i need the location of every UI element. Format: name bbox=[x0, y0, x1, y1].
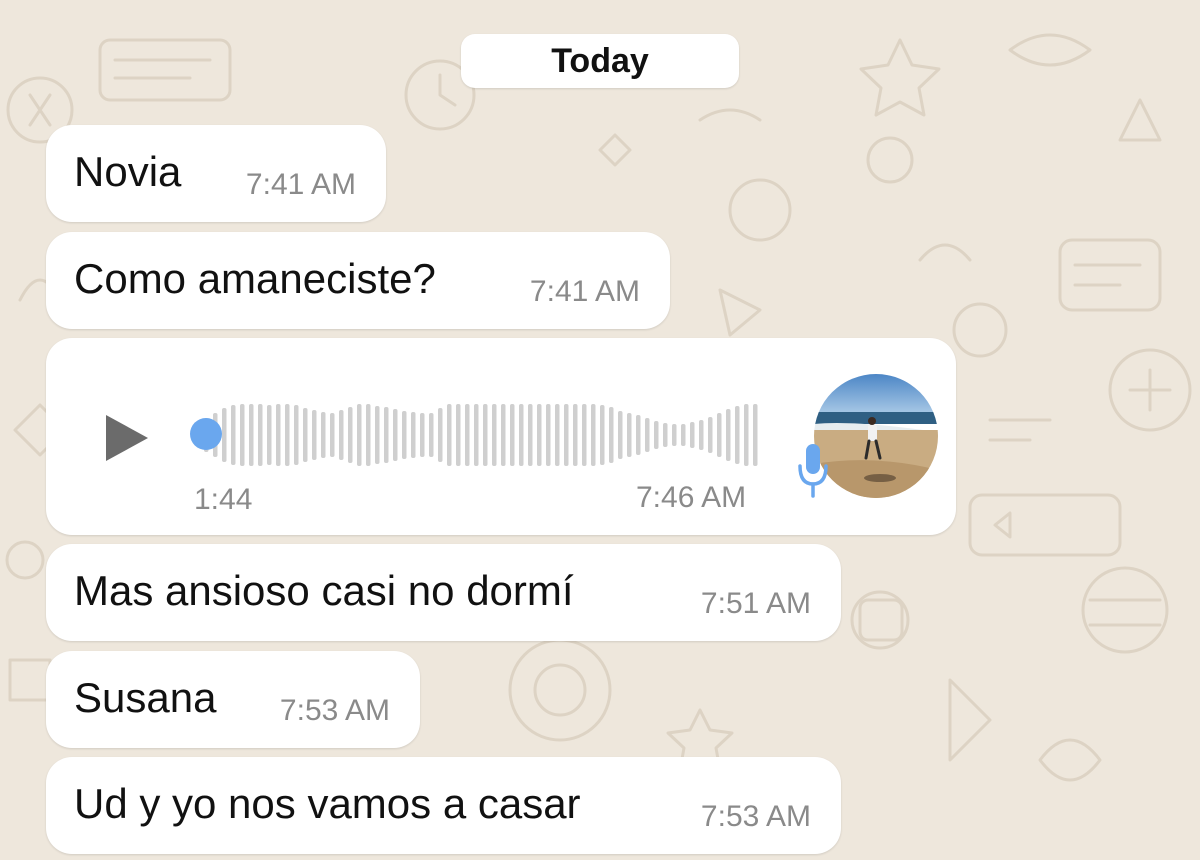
waveform-bar bbox=[573, 404, 578, 466]
waveform-bar bbox=[510, 404, 515, 466]
waveform-bar bbox=[411, 412, 416, 458]
message-bubble-4[interactable]: Susana 7:53 AM bbox=[46, 651, 420, 748]
voice-duration: 1:44 bbox=[194, 483, 253, 516]
waveform-bar bbox=[393, 409, 398, 461]
waveform-bar bbox=[474, 404, 479, 466]
waveform-bar bbox=[384, 407, 389, 463]
waveform-bar bbox=[726, 409, 731, 461]
waveform-bar bbox=[222, 408, 227, 462]
waveform-bar bbox=[591, 404, 596, 466]
voice-message-bubble[interactable]: 1:44 7:46 AM bbox=[46, 338, 956, 535]
microphone-icon bbox=[798, 444, 828, 498]
waveform-bar bbox=[303, 408, 308, 462]
waveform-bar bbox=[582, 404, 587, 466]
waveform-bar bbox=[276, 404, 281, 466]
waveform-bar bbox=[564, 404, 569, 466]
waveform-bar bbox=[249, 404, 254, 466]
message-text: Mas ansioso casi no dormí bbox=[74, 567, 574, 614]
waveform-bar bbox=[258, 404, 263, 466]
waveform-bar bbox=[744, 404, 749, 466]
waveform-bar bbox=[663, 423, 668, 447]
sender-avatar[interactable] bbox=[814, 374, 938, 498]
waveform-bar bbox=[312, 410, 317, 460]
waveform-bar bbox=[348, 407, 353, 463]
waveform-bar bbox=[672, 424, 677, 446]
message-bubble-3[interactable]: Mas ansioso casi no dormí 7:51 AM bbox=[46, 544, 841, 641]
waveform-bar bbox=[519, 404, 524, 466]
waveform-bar bbox=[618, 411, 623, 459]
message-bubble-2[interactable]: Como amaneciste? 7:41 AM bbox=[46, 232, 670, 329]
waveform-bar bbox=[456, 404, 461, 466]
waveform-bar bbox=[690, 422, 695, 448]
waveform-bar bbox=[366, 404, 371, 466]
message-time: 7:53 AM bbox=[279, 694, 390, 727]
waveform-bar bbox=[429, 413, 434, 457]
message-time: 7:41 AM bbox=[245, 168, 356, 201]
waveform-bar bbox=[501, 404, 506, 466]
message-bubble-1[interactable]: Novia 7:41 AM bbox=[46, 125, 386, 222]
message-text: Novia bbox=[74, 148, 182, 195]
waveform-bar bbox=[609, 407, 614, 463]
waveform-bar bbox=[753, 404, 758, 466]
beach-photo bbox=[814, 374, 938, 498]
waveform-bar bbox=[600, 405, 605, 465]
date-separator: Today bbox=[461, 34, 739, 88]
waveform-bar bbox=[339, 410, 344, 460]
message-time: 7:41 AM bbox=[529, 275, 640, 308]
waveform-bar bbox=[267, 405, 272, 465]
message-text: Ud y yo nos vamos a casar bbox=[74, 780, 581, 827]
waveform-bar bbox=[546, 404, 551, 466]
voice-waveform[interactable] bbox=[202, 398, 762, 472]
waveform-bar bbox=[330, 413, 335, 457]
waveform-bar bbox=[708, 417, 713, 453]
waveform-bar bbox=[492, 404, 497, 466]
waveform-bar bbox=[681, 424, 686, 446]
waveform-bar bbox=[483, 404, 488, 466]
waveform-bar bbox=[627, 413, 632, 457]
waveform-bar bbox=[537, 404, 542, 466]
waveform-bar bbox=[654, 421, 659, 449]
message-bubble-5[interactable]: Ud y yo nos vamos a casar 7:53 AM bbox=[46, 757, 841, 854]
play-icon[interactable] bbox=[104, 413, 150, 463]
waveform-bar bbox=[402, 411, 407, 459]
waveform-bar bbox=[285, 404, 290, 466]
message-time: 7:53 AM bbox=[700, 800, 811, 833]
waveform-bar bbox=[375, 406, 380, 464]
waveform-bar bbox=[735, 406, 740, 464]
waveform-bar bbox=[465, 404, 470, 466]
waveform-bar bbox=[294, 405, 299, 465]
message-text: Como amaneciste? bbox=[74, 255, 436, 302]
playback-scrubber[interactable] bbox=[190, 418, 222, 450]
waveform-bar bbox=[438, 408, 443, 462]
message-time: 7:51 AM bbox=[700, 587, 811, 620]
waveform-bar bbox=[645, 418, 650, 452]
waveform-bar bbox=[240, 404, 245, 466]
waveform-bar bbox=[357, 404, 362, 466]
waveform-bar bbox=[699, 420, 704, 450]
message-text: Susana bbox=[74, 674, 217, 721]
waveform-bar bbox=[717, 413, 722, 457]
waveform-bar bbox=[636, 415, 641, 455]
waveform-bar bbox=[231, 405, 236, 465]
message-time: 7:46 AM bbox=[636, 481, 747, 514]
waveform-bar bbox=[447, 404, 452, 466]
waveform-bar bbox=[321, 412, 326, 458]
waveform-bar bbox=[528, 404, 533, 466]
waveform-bar bbox=[555, 404, 560, 466]
waveform-bar bbox=[420, 413, 425, 457]
